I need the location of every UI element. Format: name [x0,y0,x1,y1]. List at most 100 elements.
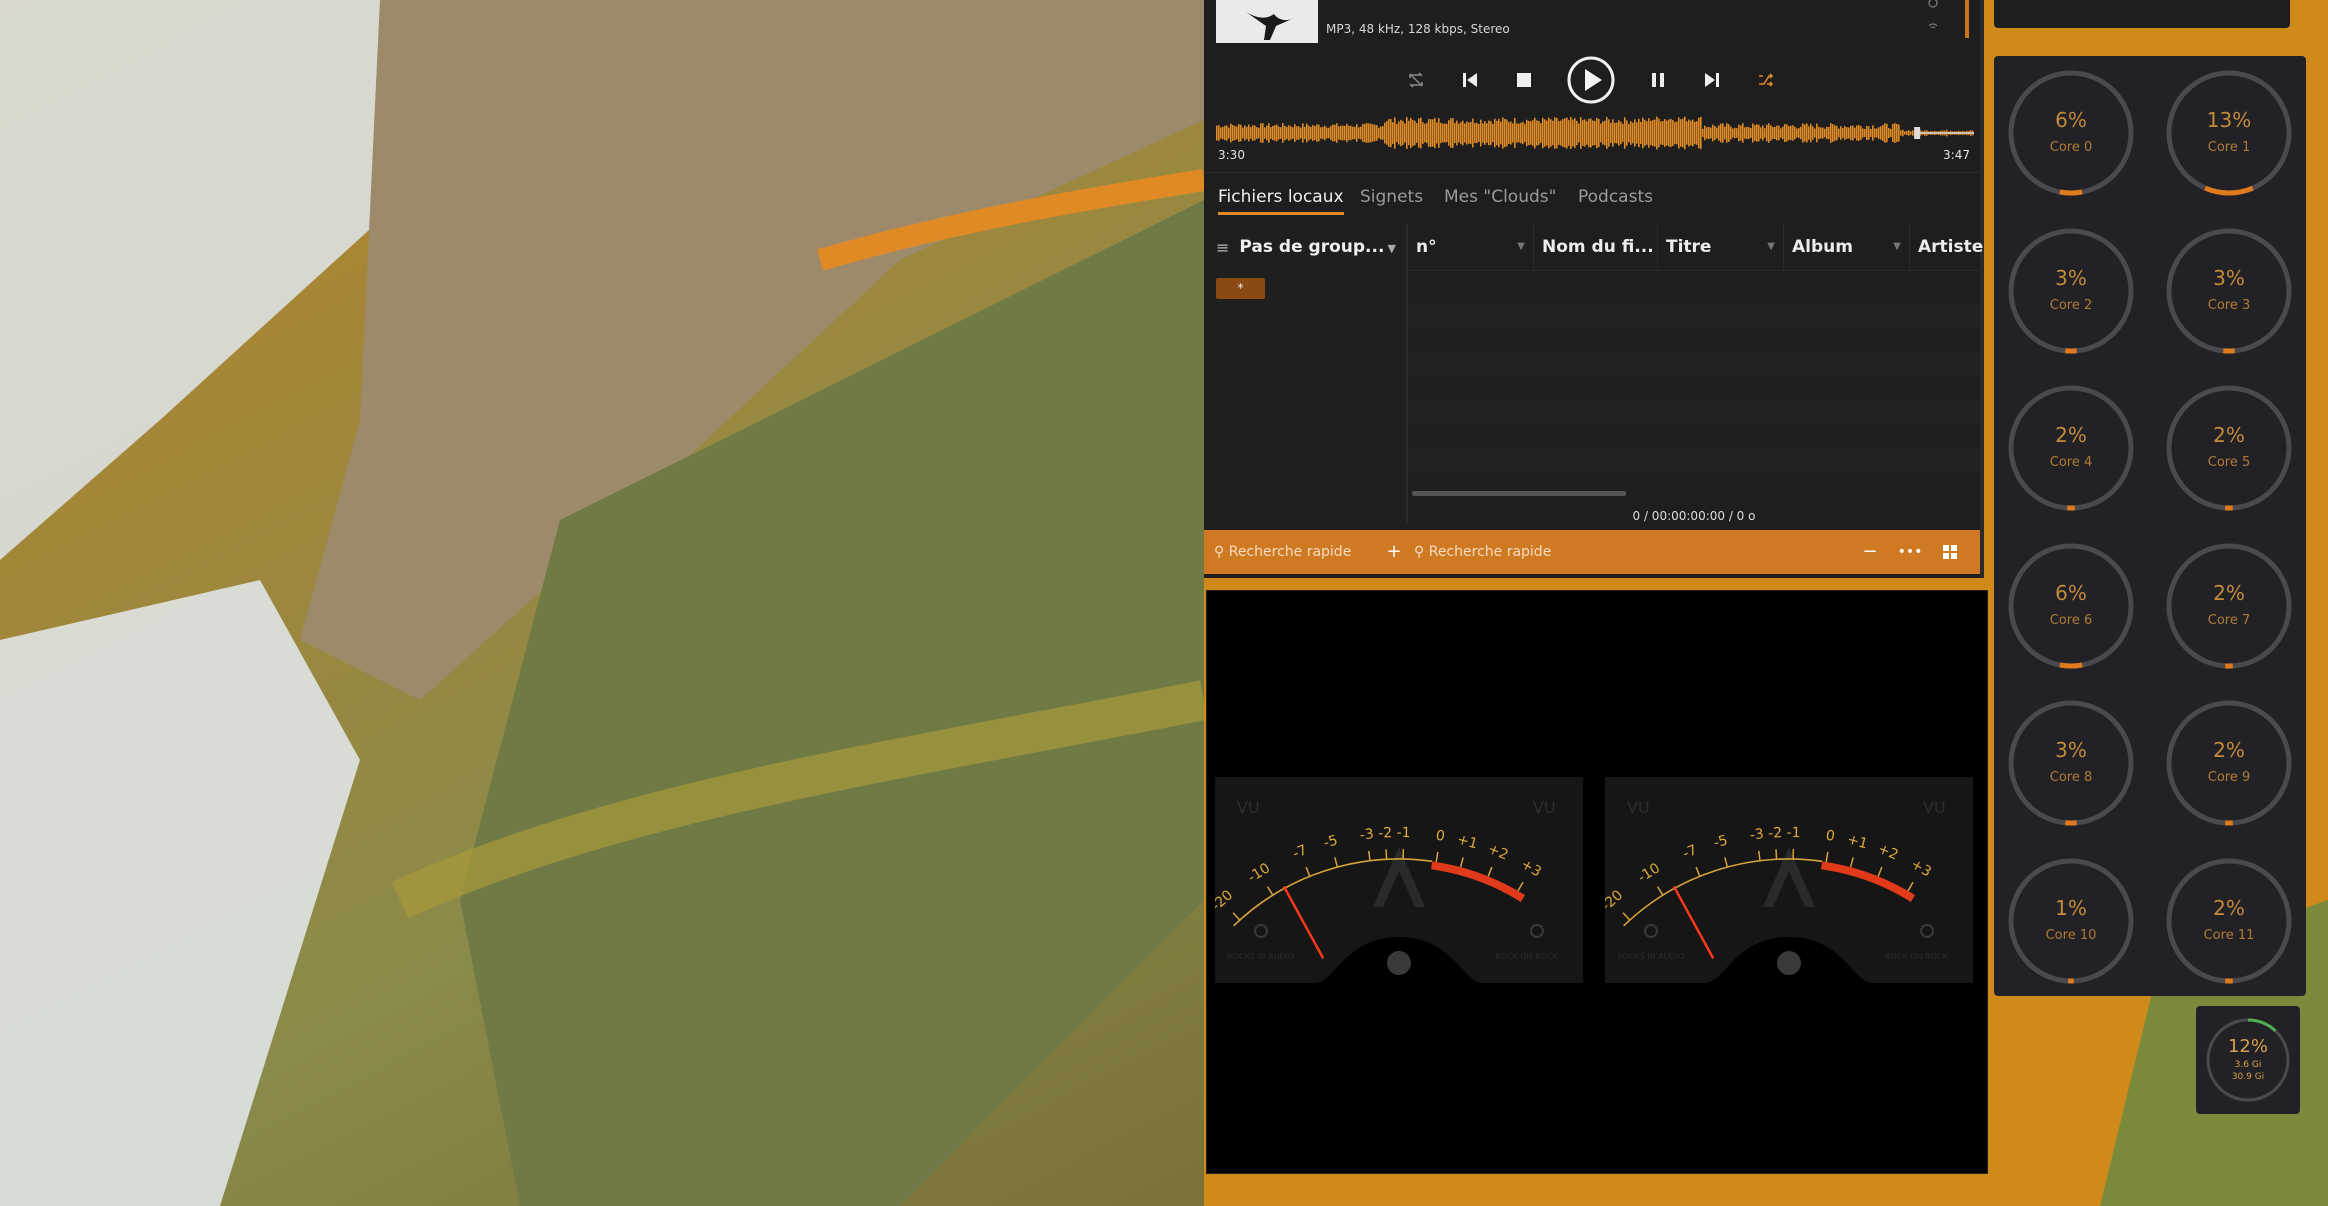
remove-button[interactable]: − [1856,538,1884,566]
table-row[interactable] [1408,448,1980,472]
cpu-core-gauge: 3% Core 2 [2004,224,2138,358]
core-usage-arc [2059,189,2083,196]
chevron-down-icon[interactable]: ▼ [1388,242,1396,255]
grid-view-button[interactable] [1936,538,1964,566]
core-percent: 3% [2213,265,2245,290]
core-label: Core 11 [2203,927,2255,943]
vu-needle [1282,885,1325,959]
more-options-button[interactable]: ••• [1896,538,1924,566]
vu-tick [1435,851,1439,863]
table-row[interactable] [1408,424,1980,448]
core-percent: 3% [2055,265,2087,290]
search-bar: ⚲ Recherche rapide + ⚲ Recherche rapide … [1204,530,1980,574]
cpu-core-gauge: 2% Core 5 [2162,381,2296,515]
vu-tick [1622,912,1631,921]
vu-needle [1672,885,1715,959]
vu-tick [1385,849,1388,860]
cpu-core-gauge: 2% Core 9 [2162,696,2296,830]
vu-meter-right: VU VU -20 -10 -7 -5 -3 -2 -1 0 +1 +2 +3 ROCKS IN AUDI… [1605,777,1973,983]
vu-red-zone [1821,861,1916,902]
column-artist[interactable]: Artiste [1910,224,1983,270]
vu-scale-label: -20 [1215,887,1236,914]
table-row[interactable] [1408,304,1980,328]
vu-tick [1849,857,1854,868]
memory-usage-arc [2247,1018,2277,1032]
table-row[interactable] [1408,400,1980,424]
grouping-panel: ≡ Pas de group... ▼ * [1204,224,1408,524]
vu-tick [1517,881,1524,892]
pause-button[interactable] [1644,52,1672,108]
column-number[interactable]: n° ▼ [1408,224,1534,270]
stop-button[interactable] [1510,52,1538,108]
core-label: Core 5 [2207,455,2251,470]
vu-scale-label: -5 [1712,832,1730,851]
vu-red-zone [1431,861,1526,902]
track-search-input[interactable]: ⚲ Recherche rapide [1414,544,1551,560]
shuffle-button[interactable] [1752,52,1780,108]
vu-tick [1334,857,1339,868]
vu-tick [1656,886,1664,896]
cpu-core-gauge: 1% Core 10 [2004,854,2138,988]
core-percent: 2% [2213,738,2245,762]
group-search-input[interactable]: ⚲ Recherche rapide [1214,544,1351,560]
vu-scale-label: -20 [1605,887,1626,914]
library-status: 0 / 00:00:00:00 / 0 o [1632,509,1756,523]
table-row[interactable] [1408,352,1980,376]
waveform-seekbar[interactable] [1216,116,1974,150]
repeat-icon [1409,72,1423,88]
column-filename[interactable]: Nom du fi... [1534,224,1658,270]
horizontal-scrollbar[interactable] [1412,491,1626,496]
transport-controls [1204,52,1980,108]
library-view: ≡ Pas de group... ▼ * n° ▼ Nom du fi... T… [1204,224,1983,524]
add-button[interactable]: + [1380,538,1408,566]
vu-scale-label: +3 [1518,856,1544,880]
previous-button[interactable] [1456,52,1484,108]
vu-indicator [1254,924,1268,938]
vu-scale-label: 0 [1825,828,1836,845]
stream-status-icons [1926,0,1940,36]
core-percent: 2% [2213,895,2245,920]
tab-bookmarks[interactable]: Signets [1360,187,1423,207]
tab-clouds[interactable]: Mes "Clouds" [1444,187,1556,207]
next-button[interactable] [1698,52,1726,108]
table-row[interactable] [1408,328,1980,352]
core-label: Core 2 [2049,297,2093,313]
table-row[interactable] [1408,280,1980,304]
grouping-header[interactable]: ≡ Pas de group... ▼ [1204,224,1406,270]
core-label: Core 10 [2045,927,2097,943]
vu-scale-label: -10 [1245,860,1273,886]
table-row[interactable] [1408,376,1980,400]
pause-icon [1652,73,1664,87]
cpu-core-gauge: 6% Core 6 [2004,539,2138,673]
core-label: Core 1 [2207,140,2251,155]
play-icon [1567,56,1615,104]
core-percent: 2% [2213,423,2245,447]
vu-tick [1907,881,1914,892]
vu-scale-label: -1 [1396,825,1410,841]
brand-text: ROCK ON ROCK [1495,952,1558,961]
vu-scale-label: -7 [1291,842,1310,862]
shuffle-icon [1759,73,1774,87]
group-item-all[interactable]: * [1216,278,1265,299]
tab-local-files[interactable]: Fichiers locaux [1218,187,1344,215]
core-usage-arc [2059,661,2083,668]
vu-pivot [1387,951,1411,975]
tab-podcasts[interactable]: Podcasts [1578,187,1653,207]
core-label: Core 9 [2207,770,2251,785]
vu-tick [1724,857,1729,868]
repeat-button[interactable] [1402,52,1430,108]
playhead [1914,127,1921,139]
column-album[interactable]: Album ▼ [1784,224,1910,270]
grouping-label: Pas de group... [1239,237,1385,257]
column-title[interactable]: Titre ▼ [1658,224,1784,270]
vu-meter-left: VU VU -20 -10 -7 -5 -3 -2 -1 0 +1 +2 +3 ROCKS IN AUDI… [1215,777,1583,983]
now-playing-scrollbar[interactable] [1965,0,1969,38]
vu-tick [1487,866,1493,877]
core-label: Core 8 [2049,770,2093,785]
core-percent: 2% [2213,580,2245,605]
menu-icon[interactable]: ≡ [1216,238,1229,257]
track-list-header: n° ▼ Nom du fi... Titre ▼ Album ▼ Artiste [1408,224,1983,271]
cpu-core-gauge: 2% Core 11 [2162,854,2296,988]
play-button[interactable] [1566,52,1616,108]
vu-scale-label: -3 [1749,826,1765,844]
